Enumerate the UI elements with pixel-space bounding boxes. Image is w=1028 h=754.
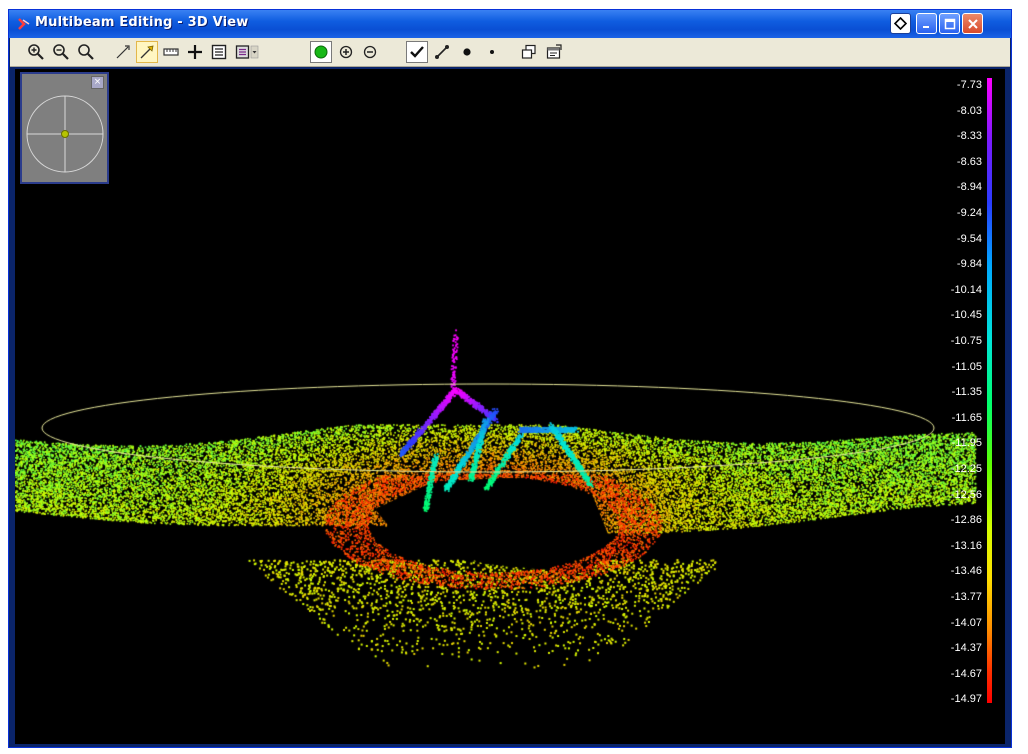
depth-label: -12.25	[950, 463, 982, 475]
add-point-icon	[339, 45, 353, 59]
depth-label: -11.95	[951, 437, 982, 450]
large-point-button[interactable]	[456, 41, 478, 63]
select-line-button[interactable]	[112, 41, 134, 63]
depth-label: -12.86	[950, 514, 982, 527]
depth-label: -8.03	[956, 104, 982, 117]
depth-label: -9.24	[956, 207, 982, 219]
ruler-icon	[163, 48, 179, 56]
depth-label: -10.75	[950, 335, 982, 347]
close-icon	[967, 18, 978, 29]
remove-point-icon	[363, 45, 377, 59]
depth-label: -13.16	[950, 539, 982, 552]
zoom-extents-icon	[78, 44, 94, 60]
zoom-out-icon	[53, 44, 69, 60]
remove-point-button[interactable]	[359, 41, 381, 63]
3d-viewport[interactable]: × -7.73 -8.03 -8.33 -8.63 -8.94 -9.24 -9.54 -9.…	[15, 69, 1005, 744]
depth-label: -10.45	[950, 309, 982, 322]
list-button[interactable]	[208, 41, 230, 63]
depth-color-scale	[987, 78, 992, 703]
multibeam-3d-window: Multibeam Editing - 3D View × -7.73 -8.0…	[8, 9, 1012, 748]
depth-label: -11.35	[951, 386, 982, 399]
zoom-out-button[interactable]	[50, 41, 72, 63]
properties-icon	[546, 44, 562, 59]
navigator-panel[interactable]: ×	[20, 72, 109, 184]
connect-line-icon	[435, 45, 449, 59]
zoom-in-icon	[28, 44, 44, 60]
app-logo-icon	[18, 18, 30, 30]
depth-label: -11.05	[951, 360, 982, 373]
connect-line-button[interactable]	[431, 41, 453, 63]
small-point-button[interactable]	[481, 41, 503, 63]
green-dot-icon	[314, 45, 328, 59]
depth-label: -8.94	[956, 181, 982, 194]
ruler-button[interactable]	[160, 41, 182, 63]
windows-button[interactable]	[518, 41, 540, 63]
properties-button[interactable]	[543, 41, 565, 63]
window-title: Multibeam Editing - 3D View	[35, 15, 249, 30]
depth-label: -9.84	[956, 258, 982, 271]
pin-button[interactable]	[890, 13, 911, 34]
toolbar	[10, 38, 1010, 67]
minimize-icon	[922, 25, 929, 28]
depth-label: -12.56	[950, 488, 982, 501]
depth-label: -8.63	[956, 155, 982, 168]
depth-label: -13.77	[950, 591, 982, 603]
brush-select-icon	[140, 45, 154, 59]
windows-icon	[521, 44, 536, 59]
minimize-button[interactable]	[916, 13, 937, 34]
checkmark-button[interactable]	[406, 41, 428, 63]
zoom-extents-button[interactable]	[75, 41, 97, 63]
depth-label: -9.54	[956, 232, 982, 245]
point-cloud-canvas[interactable]	[15, 69, 1005, 744]
list-icon	[211, 44, 227, 60]
large-point-icon	[463, 48, 471, 56]
depth-label: -14.37	[950, 642, 982, 655]
depth-label: -8.33	[956, 130, 982, 143]
checkmark-icon	[410, 46, 424, 58]
add-point-button[interactable]	[335, 41, 357, 63]
maximize-button[interactable]	[939, 13, 960, 34]
maximize-icon	[944, 18, 955, 29]
brush-select-button[interactable]	[136, 41, 158, 63]
diamond-icon	[894, 17, 907, 30]
depth-label: -13.46	[950, 565, 982, 578]
crosshair-button[interactable]	[184, 41, 206, 63]
depth-label: -10.14	[950, 283, 982, 296]
select-line-icon	[116, 45, 130, 59]
crosshair-icon	[188, 45, 202, 59]
depth-label: -11.65	[951, 411, 982, 424]
title-bar[interactable]: Multibeam Editing - 3D View	[9, 10, 1011, 38]
color-list-dropdown[interactable]	[232, 41, 262, 63]
orbit-compass-icon[interactable]	[23, 88, 107, 180]
depth-label: -14.97	[950, 693, 982, 706]
depth-label: -14.07	[950, 616, 982, 629]
depth-label: -14.67	[950, 667, 982, 680]
green-dot-button[interactable]	[310, 41, 332, 63]
color-list-dropdown-icon	[235, 45, 259, 59]
depth-label: -7.73	[956, 79, 982, 91]
zoom-in-button[interactable]	[25, 41, 47, 63]
small-point-icon	[490, 50, 494, 54]
close-button[interactable]	[962, 13, 983, 34]
